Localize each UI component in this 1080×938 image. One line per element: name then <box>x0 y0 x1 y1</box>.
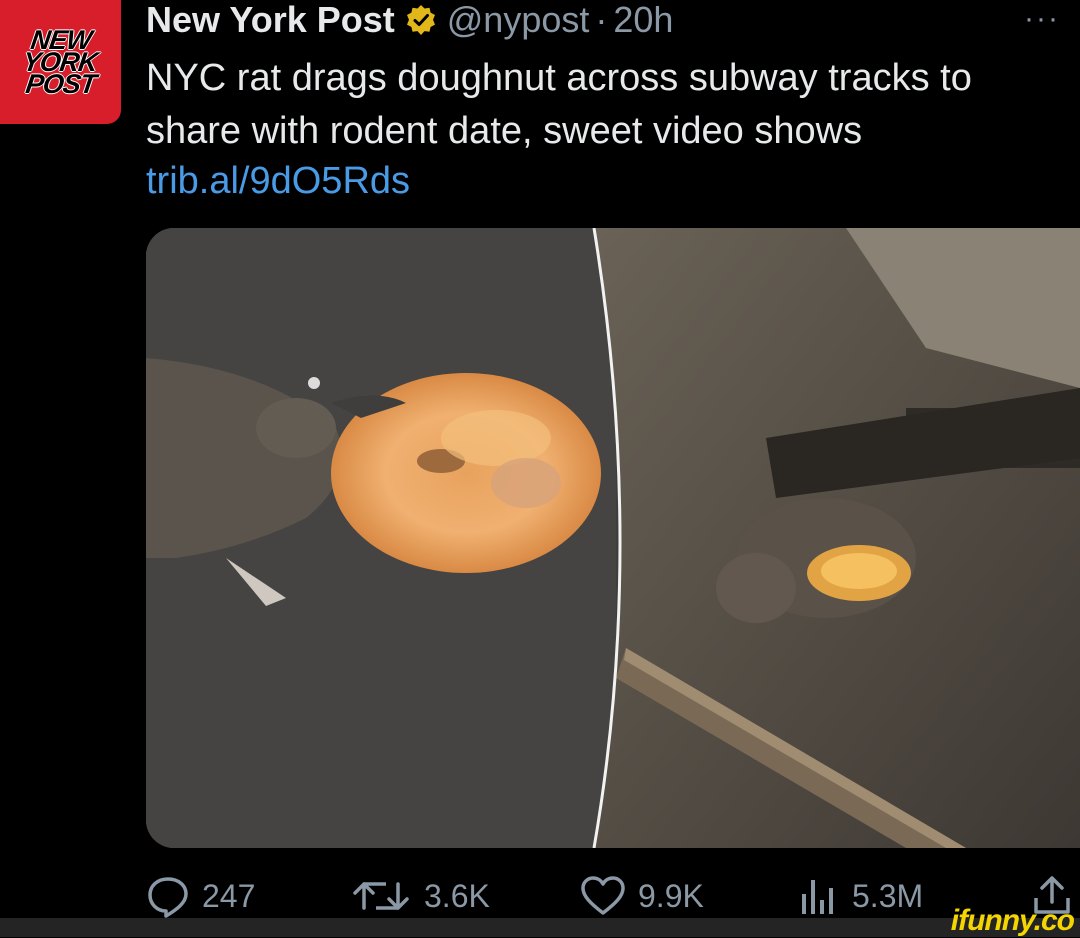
ifunny-watermark: ifunny.co <box>950 904 1075 937</box>
account-handle[interactable]: @nypost <box>447 0 590 41</box>
avatar-line-3: POST <box>23 69 98 99</box>
views-count: 5.3M <box>852 877 924 914</box>
repost-count: 3.6K <box>424 877 490 914</box>
tweet-action-bar: 247 3.6K 9.9K 5.3M <box>146 868 1080 924</box>
tweet-timestamp[interactable]: 20h <box>613 0 673 41</box>
views-chart-icon <box>802 880 833 914</box>
more-options-icon[interactable]: ··· <box>1024 2 1060 36</box>
account-name[interactable]: New York Post <box>146 0 395 41</box>
header-separator: · <box>595 0 608 40</box>
repost-button[interactable]: 3.6K <box>352 868 490 924</box>
like-button[interactable]: 9.9K <box>580 868 704 924</box>
tweet-text: NYC rat drags doughnut across subway tra… <box>146 57 972 152</box>
views-button[interactable]: 5.3M <box>796 868 923 924</box>
like-count: 9.9K <box>638 877 704 914</box>
tweet-media[interactable] <box>146 228 1080 848</box>
account-avatar[interactable]: NEW YORK POST <box>0 0 121 124</box>
reply-icon <box>148 877 188 918</box>
repost-icon <box>353 882 409 910</box>
reply-button[interactable]: 247 <box>146 868 255 924</box>
footer-bar <box>0 918 1080 937</box>
reply-count: 247 <box>202 877 256 914</box>
tweet-link[interactable]: trib.al/9dO5Rds <box>146 158 410 204</box>
image-collage-icon <box>146 228 1080 848</box>
heart-icon <box>581 876 625 915</box>
verified-badge-icon <box>406 5 435 35</box>
tweet-header: New York Post @nypost · 20h ··· <box>146 0 1060 40</box>
